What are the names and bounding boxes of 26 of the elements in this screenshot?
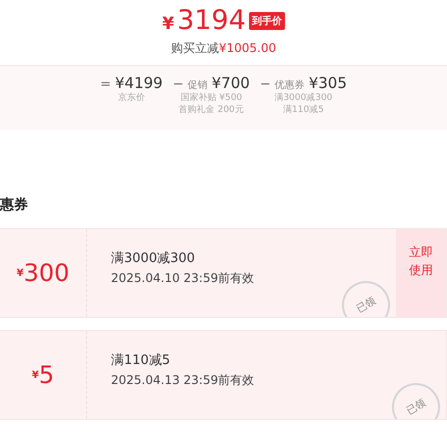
breakdown-note: 满3000减300 [274,92,332,104]
operator-sign: − [172,77,184,92]
breakdown-label: 促销 [188,79,208,92]
discount-text: 购买立减¥1005.00 [170,40,276,57]
breakdown-label: 优惠券 [274,78,305,92]
operator-sign: = [100,77,111,92]
coupon-expiry: 2025.04.13 23:59前有效 [111,372,256,389]
coupon-expiry: 2025.04.10 23:59前有效 [111,270,256,287]
currency-symbol: ¥ [32,370,39,380]
breakdown-amount: ¥305 [308,74,347,92]
operator-sign: − [260,77,271,92]
currency-symbol: ¥ [16,268,24,278]
breakdown-amount: ¥4199 [115,74,163,92]
currency-symbol: ¥ [162,14,174,34]
coupon-title: 满110减5 [111,352,172,369]
breakdown-note: 国家补贴 ¥500 [180,92,242,104]
coupon-value: 5 [38,360,54,390]
coupon-value: 300 [24,258,70,288]
coupon-title: 满3000减300 [111,250,196,267]
breakdown-note: 京东价 [118,92,145,104]
price-badge: 到手价 [248,12,285,30]
final-price: 3194 [177,6,246,36]
use-now-button[interactable]: 立即使用 [396,229,446,317]
breakdown-note: 首购礼金 200元 [178,104,244,116]
breakdown-note: 满110减5 [282,104,324,116]
breakdown-amount: ¥700 [212,74,250,92]
